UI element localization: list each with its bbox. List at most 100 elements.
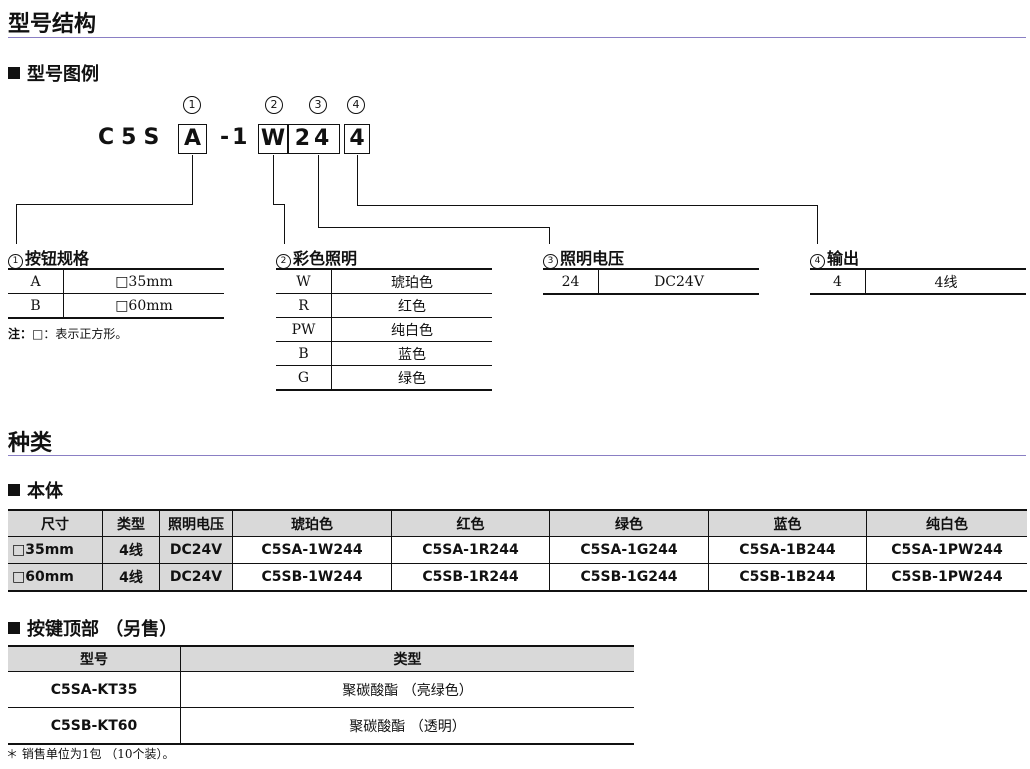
table-row: B 蓝色 — [276, 341, 492, 366]
table-cell: 绿色 — [331, 365, 492, 391]
table-cell: A — [8, 268, 64, 294]
model-box-button-spec: A — [178, 124, 207, 154]
table-row: PW 纯白色 — [276, 317, 492, 342]
column-header: 绿色 — [549, 509, 709, 537]
option-title-voltage: 3 照明电压 — [543, 245, 624, 269]
table-row: 24 DC24V — [543, 268, 759, 295]
column-header: 蓝色 — [708, 509, 867, 537]
option-title-label: 照明电压 — [560, 249, 625, 268]
table-row: G 绿色 — [276, 365, 492, 391]
model-dash: -1 — [220, 125, 251, 150]
connector-line — [16, 204, 17, 244]
note-text: □：表示正方形。 — [32, 327, 128, 341]
button-spec-table: A □35mm B □60mm — [8, 268, 224, 319]
table-row: C5SB-KT60 聚碳酸酯 （透明） — [8, 707, 634, 745]
option-title-label: 彩色照明 — [293, 249, 358, 268]
table-cell: C5SA-1W244 — [232, 536, 392, 564]
table-cell: □35mm — [8, 536, 103, 564]
table-header-row: 型号 类型 — [8, 645, 634, 672]
subsection-label: 型号图例 — [27, 64, 99, 85]
key-tops-table: 型号 类型 C5SA-KT35 聚碳酸酯 （亮绿色） C5SB-KT60 聚碳酸… — [8, 645, 634, 745]
table-header-row: 尺寸 类型 照明电压 琥珀色 红色 绿色 蓝色 纯白色 — [8, 509, 1027, 537]
subsection-body: 本体 — [8, 477, 63, 503]
connector-line — [357, 205, 818, 206]
table-cell: 4线 — [102, 563, 160, 592]
option-title-label: 输出 — [827, 249, 860, 268]
marker-4: 4 — [347, 96, 365, 114]
marker-1: 1 — [183, 96, 201, 114]
voltage-table: 24 DC24V — [543, 268, 759, 295]
marker-2: 2 — [265, 96, 283, 114]
subsection-label: 按键顶部 （另售） — [27, 619, 178, 640]
table-cell: G — [276, 365, 332, 391]
table-cell: C5SA-KT35 — [8, 671, 181, 708]
table-cell: C5SA-1G244 — [549, 536, 709, 564]
note-label: 注： — [8, 327, 33, 341]
column-header: 照明电压 — [159, 509, 233, 537]
table-row: R 红色 — [276, 293, 492, 318]
number-marker: 2 — [276, 254, 291, 269]
connector-line — [817, 205, 818, 244]
table-row: C5SA-KT35 聚碳酸酯 （亮绿色） — [8, 671, 634, 708]
table-cell: □60mm — [63, 293, 224, 319]
table-cell: 纯白色 — [331, 317, 492, 342]
table-row: □35mm 4线 DC24V C5SA-1W244 C5SA-1R244 C5S… — [8, 536, 1027, 564]
column-header: 尺寸 — [8, 509, 103, 537]
table-row: □60mm 4线 DC24V C5SB-1W244 C5SB-1R244 C5S… — [8, 563, 1027, 592]
column-header: 型号 — [8, 645, 181, 672]
number-marker: 1 — [8, 254, 23, 269]
table-cell: 红色 — [331, 293, 492, 318]
table-cell: C5SB-1W244 — [232, 563, 392, 592]
table-cell: DC24V — [159, 536, 233, 564]
table-cell: 聚碳酸酯 （透明） — [180, 707, 634, 745]
subsection-model-legend: 型号图例 — [8, 60, 99, 86]
table-cell: 4线 — [865, 268, 1026, 295]
connector-line — [192, 155, 193, 204]
table-cell: 蓝色 — [331, 341, 492, 366]
model-box-voltage: 24 — [288, 124, 340, 154]
connector-line — [318, 155, 319, 227]
table-cell: 4 — [810, 268, 866, 295]
color-light-table: W 琥珀色 R 红色 PW 纯白色 B 蓝色 G 绿色 — [276, 268, 492, 391]
table-cell: DC24V — [598, 268, 759, 295]
table-cell: 24 — [543, 268, 599, 295]
connector-line — [273, 155, 274, 205]
body-table: 尺寸 类型 照明电压 琥珀色 红色 绿色 蓝色 纯白色 □35mm 4线 DC2… — [8, 509, 1027, 592]
option-title-output: 4 输出 — [810, 245, 859, 269]
connector-line — [357, 155, 358, 206]
output-table: 4 4线 — [810, 268, 1026, 295]
table-cell: C5SB-1R244 — [391, 563, 550, 592]
section-title-types: 种类 — [8, 431, 53, 456]
section-rule — [8, 37, 1026, 38]
table-row: B □60mm — [8, 293, 224, 319]
table-cell: 琥珀色 — [331, 268, 492, 294]
number-marker: 4 — [810, 254, 825, 269]
table-cell: C5SA-1B244 — [708, 536, 867, 564]
subsection-label: 本体 — [27, 481, 63, 502]
footnote: ＊ 销售单位为1包 （10个装）。 — [6, 747, 175, 761]
table-cell: C5SB-1PW244 — [866, 563, 1027, 592]
connector-line — [16, 204, 193, 205]
option-title-button-spec: 1 按钮规格 — [8, 245, 89, 269]
number-marker: 3 — [543, 254, 558, 269]
table-cell: C5SA-1PW244 — [866, 536, 1027, 564]
note: 注：□：表示正方形。 — [8, 325, 127, 342]
table-cell: R — [276, 293, 332, 318]
square-bullet-icon — [8, 622, 20, 634]
column-header: 红色 — [391, 509, 550, 537]
connector-line — [284, 204, 285, 244]
column-header: 类型 — [180, 645, 634, 672]
table-cell: C5SB-1B244 — [708, 563, 867, 592]
column-header: 类型 — [102, 509, 160, 537]
table-cell: 4线 — [102, 536, 160, 564]
table-cell: C5SB-KT60 — [8, 707, 181, 745]
table-cell: B — [276, 341, 332, 366]
connector-line — [549, 227, 550, 244]
model-prefix: C5S — [98, 125, 167, 150]
section-rule — [8, 455, 1026, 456]
table-cell: DC24V — [159, 563, 233, 592]
table-cell: C5SA-1R244 — [391, 536, 550, 564]
table-cell: W — [276, 268, 332, 294]
model-box-color: W — [258, 124, 288, 154]
table-row: A □35mm — [8, 268, 224, 294]
